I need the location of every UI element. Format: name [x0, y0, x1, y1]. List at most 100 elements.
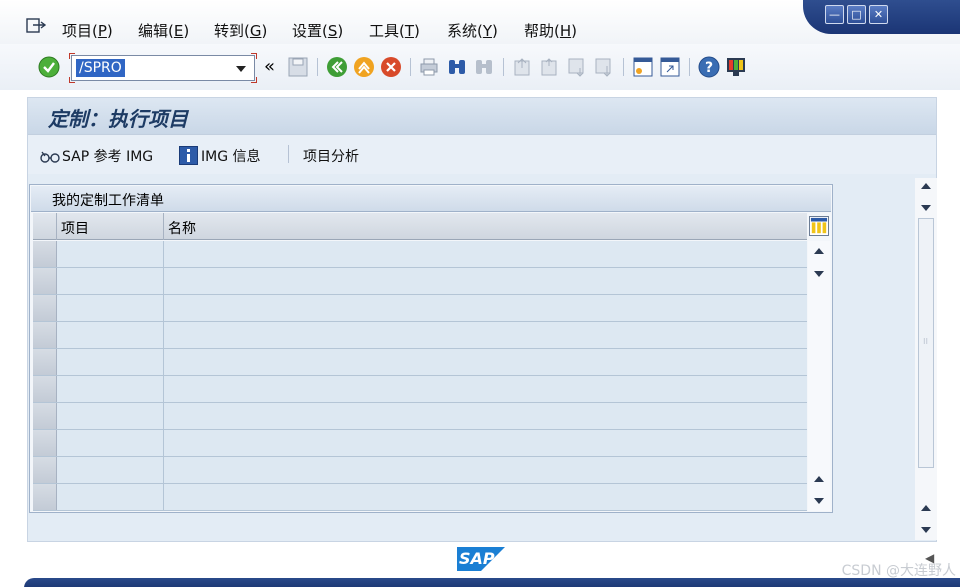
- row-selector[interactable]: [33, 241, 57, 267]
- row-selector[interactable]: [33, 430, 57, 456]
- table-header: 项目 名称: [33, 213, 807, 240]
- row-selector[interactable]: [33, 376, 57, 402]
- table-row[interactable]: [33, 295, 807, 322]
- row-selector[interactable]: [33, 484, 57, 510]
- next-page-icon[interactable]: [566, 56, 588, 78]
- standard-toolbar: /SPRO « ?: [0, 44, 960, 90]
- info-icon: [179, 146, 198, 165]
- menu-item-edit[interactable]: 编辑(E): [138, 20, 189, 41]
- table-scrollbar[interactable]: [808, 241, 830, 511]
- toolbar-separator: [623, 58, 624, 76]
- previous-page-icon[interactable]: [539, 56, 561, 78]
- last-page-icon[interactable]: [593, 56, 615, 78]
- cell-project[interactable]: [57, 403, 164, 429]
- toolbar-separator: [288, 145, 289, 163]
- print-icon[interactable]: [418, 56, 440, 78]
- command-field-value[interactable]: /SPRO: [76, 59, 125, 77]
- img-info-label: IMG 信息: [201, 149, 261, 165]
- minimize-icon[interactable]: —: [825, 5, 844, 24]
- glasses-icon: [40, 151, 60, 163]
- chevron-down-icon[interactable]: [236, 66, 246, 72]
- focus-corner: [251, 77, 257, 83]
- sap-logo-text: SAP: [459, 549, 495, 568]
- project-analysis-button[interactable]: 项目分析: [303, 146, 359, 166]
- table-row[interactable]: [33, 457, 807, 484]
- grip-icon: ⁝⁝: [923, 337, 929, 346]
- worklist-caption: 我的定制工作清单: [31, 186, 831, 212]
- scroll-down-icon[interactable]: [814, 271, 824, 277]
- table-row[interactable]: [33, 322, 807, 349]
- menu-item-goto[interactable]: 转到(G): [214, 20, 267, 41]
- status-bar: [24, 578, 960, 587]
- menu-item-system[interactable]: 系统(Y): [447, 20, 498, 41]
- cell-project[interactable]: [57, 295, 164, 321]
- command-field[interactable]: /SPRO: [71, 55, 255, 81]
- table-row[interactable]: [33, 376, 807, 403]
- select-all-cell[interactable]: [33, 213, 57, 240]
- find-next-icon[interactable]: [473, 56, 495, 78]
- table-row[interactable]: [33, 430, 807, 457]
- scroll-down-icon[interactable]: [814, 498, 824, 504]
- row-selector[interactable]: [33, 403, 57, 429]
- menu-item-tools[interactable]: 工具(T): [369, 20, 420, 41]
- create-session-icon[interactable]: [632, 56, 654, 78]
- close-icon[interactable]: ✕: [869, 5, 888, 24]
- table-row[interactable]: [33, 241, 807, 268]
- menu-item-settings[interactable]: 设置(S): [292, 20, 343, 41]
- menu-item-project[interactable]: 项目(P): [62, 20, 113, 41]
- help-icon[interactable]: ?: [698, 56, 720, 78]
- table-row[interactable]: [33, 484, 807, 511]
- cell-project[interactable]: [57, 241, 164, 267]
- save-icon[interactable]: [287, 56, 309, 78]
- focus-corner: [69, 77, 75, 83]
- enter-check-icon[interactable]: [38, 56, 60, 78]
- row-selector[interactable]: [33, 295, 57, 321]
- column-layout-icon[interactable]: [809, 216, 829, 236]
- shortcut-icon[interactable]: [659, 56, 681, 78]
- first-page-icon[interactable]: [512, 56, 534, 78]
- table-row[interactable]: [33, 403, 807, 430]
- find-icon[interactable]: [446, 56, 468, 78]
- column-header-name[interactable]: 名称: [164, 213, 807, 240]
- cell-project[interactable]: [57, 376, 164, 402]
- application-toolbar: [28, 134, 936, 174]
- scroll-down-icon[interactable]: [921, 527, 931, 533]
- scroll-up-icon[interactable]: [921, 183, 931, 189]
- exit-icon[interactable]: [26, 18, 46, 34]
- cell-project[interactable]: [57, 268, 164, 294]
- svg-text:?: ?: [705, 60, 713, 76]
- worklist-caption-text: 我的定制工作清单: [52, 193, 164, 209]
- table-row[interactable]: [33, 268, 807, 295]
- watermark: CSDN @大连野人: [841, 563, 956, 579]
- maximize-icon[interactable]: □: [847, 5, 866, 24]
- toolbar-separator: [689, 58, 690, 76]
- page-title: 定制：执行项目: [48, 107, 188, 131]
- scrollbar-thumb[interactable]: ⁝⁝: [918, 218, 934, 468]
- column-header-project[interactable]: 项目: [57, 213, 164, 240]
- cell-project[interactable]: [57, 322, 164, 348]
- sap-logo: SAP: [457, 547, 505, 571]
- cell-project[interactable]: [57, 349, 164, 375]
- collapse-command-icon[interactable]: «: [264, 56, 275, 77]
- back-icon[interactable]: [326, 56, 348, 78]
- scroll-up-icon[interactable]: [921, 505, 931, 511]
- window-controls: — □ ✕: [803, 0, 960, 34]
- sap-reference-img-label: SAP 参考 IMG: [62, 149, 154, 165]
- row-selector[interactable]: [33, 457, 57, 483]
- customize-layout-icon[interactable]: [725, 56, 747, 78]
- row-selector[interactable]: [33, 349, 57, 375]
- scroll-up-icon[interactable]: [814, 476, 824, 482]
- exit-icon[interactable]: [353, 56, 375, 78]
- row-selector[interactable]: [33, 268, 57, 294]
- cell-project[interactable]: [57, 457, 164, 483]
- scroll-down-icon[interactable]: [921, 205, 931, 211]
- table-row[interactable]: [33, 349, 807, 376]
- cell-project[interactable]: [57, 484, 164, 510]
- menu-item-help[interactable]: 帮助(H): [524, 20, 577, 41]
- cell-project[interactable]: [57, 430, 164, 456]
- scroll-up-icon[interactable]: [814, 248, 824, 254]
- row-selector[interactable]: [33, 322, 57, 348]
- cancel-icon[interactable]: [380, 56, 402, 78]
- sap-reference-img-button[interactable]: SAP 参考 IMG: [40, 146, 153, 166]
- img-info-button[interactable]: IMG 信息: [179, 146, 261, 166]
